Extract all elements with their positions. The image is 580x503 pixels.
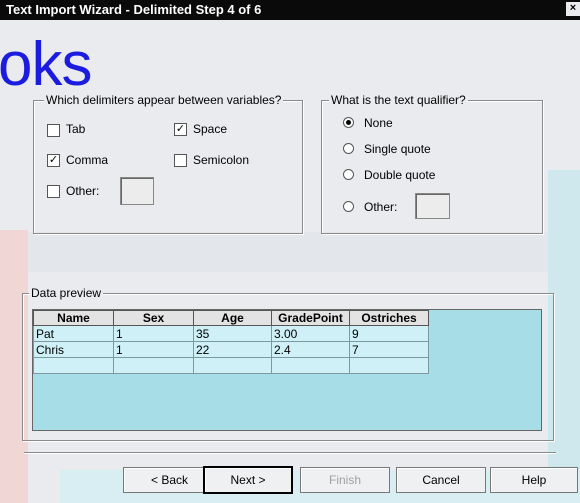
delimiters-group: Which delimiters appear between variable…	[33, 93, 303, 234]
data-preview-table: Name Sex Age GradePoint Ostriches Pat 1 …	[33, 310, 429, 374]
table-header-row: Name Sex Age GradePoint Ostriches	[33, 310, 429, 326]
tab-label: Tab	[66, 122, 86, 136]
space-label: Space	[193, 122, 228, 136]
data-preview-legend: Data preview	[29, 286, 104, 300]
tab-checkbox[interactable]	[47, 124, 60, 137]
background-band	[0, 232, 580, 272]
semicolon-label: Semicolon	[193, 153, 250, 167]
check-icon: ✓	[175, 123, 186, 135]
title-bar: Text Import Wizard - Delimited Step 4 of…	[0, 0, 580, 20]
cancel-button[interactable]: Cancel	[396, 467, 486, 493]
qualifier-none-radio[interactable]	[343, 117, 354, 128]
table-cell	[271, 357, 350, 374]
button-separator	[24, 452, 556, 454]
table-cell: 1	[113, 341, 194, 358]
table-cell	[349, 357, 429, 374]
qualifier-single-quote-radio[interactable]	[343, 143, 354, 154]
table-cell: 22	[193, 341, 272, 358]
column-header-sex[interactable]: Sex	[113, 310, 194, 326]
qualifier-other-radio[interactable]	[343, 201, 354, 212]
table-cell	[33, 357, 114, 374]
close-icon[interactable]: ×	[566, 2, 580, 16]
qualifier-other-input[interactable]	[415, 193, 450, 219]
table-cell: 3.00	[271, 325, 350, 342]
semicolon-checkbox[interactable]	[174, 154, 187, 167]
help-button[interactable]: Help	[490, 467, 578, 493]
table-cell: 2.4	[271, 341, 350, 358]
column-header-ostriches[interactable]: Ostriches	[349, 310, 429, 326]
table-cell: Pat	[33, 325, 114, 342]
qualifier-other-label: Other:	[364, 200, 398, 214]
table-row	[33, 357, 429, 374]
finish-button[interactable]: Finish	[300, 467, 390, 493]
qualifier-double-quote-label: Double quote	[364, 168, 436, 182]
other-delimiter-input[interactable]	[120, 177, 154, 205]
table-cell	[113, 357, 194, 374]
column-header-age[interactable]: Age	[193, 310, 272, 326]
qualifier-single-quote-label: Single quote	[364, 142, 431, 156]
table-cell: 9	[349, 325, 429, 342]
next-button[interactable]: Next >	[203, 466, 293, 494]
check-icon: ✓	[48, 154, 59, 166]
comma-checkbox[interactable]: ✓	[47, 154, 60, 167]
watermark-logo: oks	[0, 30, 92, 99]
window-title: Text Import Wizard - Delimited Step 4 of…	[6, 2, 262, 17]
qualifier-legend: What is the text qualifier?	[329, 93, 468, 107]
column-header-name[interactable]: Name	[33, 310, 114, 326]
other-delimiter-checkbox[interactable]	[47, 185, 60, 198]
qualifier-double-quote-radio[interactable]	[343, 169, 354, 180]
column-header-gradepoint[interactable]: GradePoint	[271, 310, 350, 326]
table-cell: 1	[113, 325, 194, 342]
table-cell: 35	[193, 325, 272, 342]
table-cell: 7	[349, 341, 429, 358]
table-cell	[193, 357, 272, 374]
table-row: Pat 1 35 3.00 9	[33, 325, 429, 342]
table-row: Chris 1 22 2.4 7	[33, 341, 429, 358]
space-checkbox[interactable]: ✓	[174, 123, 187, 136]
other-delimiter-label: Other:	[66, 184, 100, 198]
qualifier-none-label: None	[364, 116, 393, 130]
comma-label: Comma	[66, 153, 109, 167]
table-cell: Chris	[33, 341, 114, 358]
